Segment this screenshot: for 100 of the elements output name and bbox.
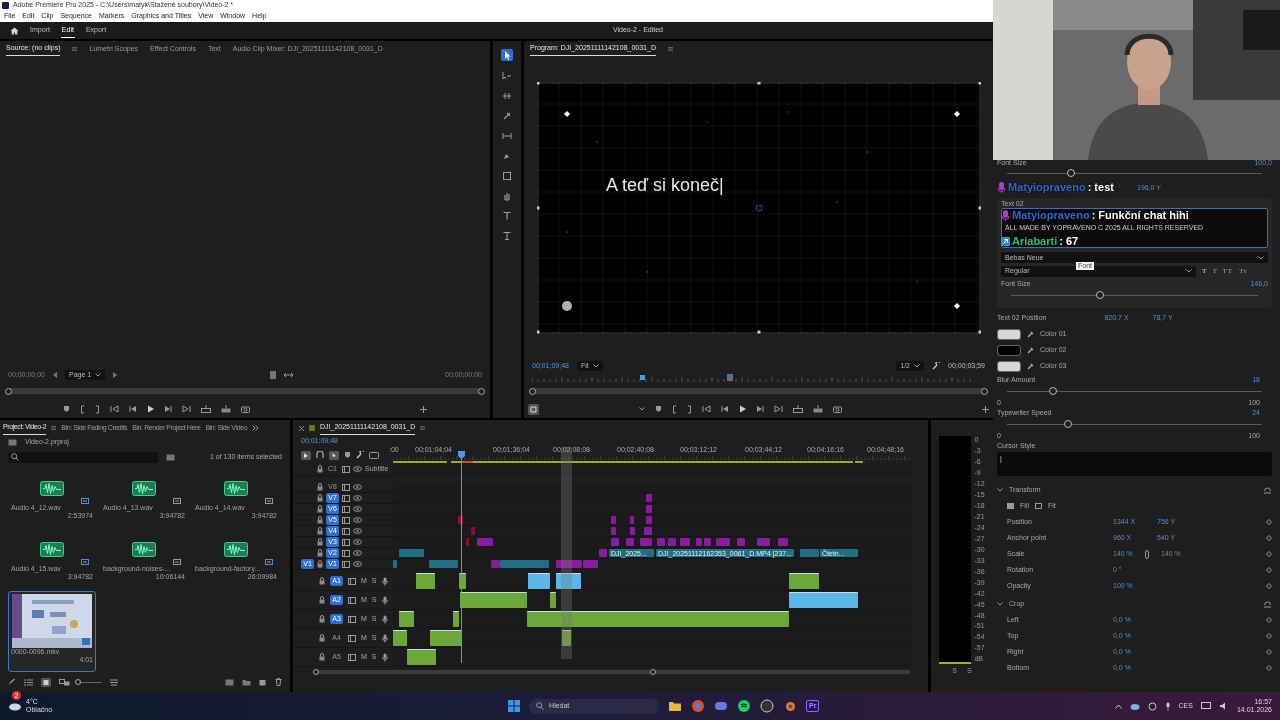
recording-app-icon[interactable] — [760, 699, 775, 713]
go-to-out-icon[interactable] — [182, 405, 191, 413]
marker-icon[interactable] — [655, 405, 662, 413]
color-swatch[interactable] — [997, 344, 1021, 356]
mark-in-icon[interactable] — [80, 404, 85, 414]
film-icon[interactable] — [342, 516, 350, 524]
timeline-clip[interactable] — [527, 611, 789, 627]
film-icon[interactable] — [348, 615, 356, 623]
camera-icon[interactable] — [833, 405, 842, 413]
timeline-clip[interactable] — [453, 611, 459, 627]
timeline-clip[interactable] — [393, 630, 407, 646]
timeline-clip[interactable] — [528, 573, 550, 589]
step-back-icon[interactable] — [129, 405, 137, 413]
microphone-icon[interactable] — [381, 576, 388, 586]
marker-icon[interactable] — [344, 451, 351, 459]
keyframe-icon[interactable] — [1266, 665, 1272, 672]
document-icon[interactable] — [269, 371, 276, 379]
microphone-icon[interactable] — [1164, 701, 1171, 711]
play-icon[interactable] — [739, 405, 746, 413]
marker-icon[interactable] — [63, 405, 70, 413]
scrub-handle-icon[interactable] — [981, 387, 988, 395]
keyframe-icon[interactable] — [1266, 551, 1272, 558]
lock-icon[interactable] — [317, 465, 323, 473]
type-tool-icon[interactable] — [502, 211, 512, 221]
timeline-clip[interactable] — [429, 560, 458, 568]
reset-icon[interactable] — [1263, 486, 1272, 494]
go-to-out-icon[interactable] — [774, 405, 783, 413]
mark-out-icon[interactable] — [687, 404, 692, 414]
microphone-icon[interactable] — [381, 614, 388, 624]
trash-icon[interactable] — [275, 678, 282, 686]
eye-icon[interactable] — [353, 466, 362, 472]
step-forward-icon[interactable] — [164, 405, 172, 413]
lock-icon[interactable] — [319, 615, 325, 623]
timeline-clip[interactable] — [583, 560, 598, 568]
caret-icon[interactable] — [914, 364, 920, 368]
lock-icon[interactable] — [319, 634, 325, 642]
slider-thumb[interactable] — [1048, 387, 1057, 396]
insert-icon[interactable] — [201, 405, 211, 413]
eye-icon[interactable] — [353, 561, 362, 567]
eyedropper-icon[interactable] — [1027, 362, 1034, 370]
search-field[interactable] — [8, 451, 158, 463]
list-view-icon[interactable] — [24, 678, 33, 686]
panel-menu-icon[interactable] — [667, 47, 673, 51]
snap-icon[interactable] — [316, 451, 324, 459]
step-forward-icon[interactable] — [756, 405, 764, 413]
track-select-icon[interactable] — [502, 71, 512, 81]
browser-app-icon[interactable] — [691, 699, 706, 713]
color-swatch[interactable] — [997, 328, 1021, 340]
link-icon[interactable] — [1145, 549, 1149, 559]
pen-tool-icon[interactable] — [502, 151, 512, 161]
lock-icon[interactable] — [317, 516, 323, 524]
chevron-icon[interactable] — [997, 488, 1003, 493]
bin-icon[interactable] — [166, 453, 175, 461]
color-swatch[interactable] — [997, 360, 1021, 372]
eye-icon[interactable] — [353, 517, 362, 523]
pencil-icon[interactable] — [8, 678, 16, 686]
caret-icon[interactable] — [1258, 255, 1264, 260]
chevron-icon[interactable] — [997, 602, 1003, 607]
timeline-clip[interactable] — [737, 538, 745, 546]
rectangle-tool-icon[interactable] — [502, 171, 512, 181]
film-icon[interactable] — [348, 634, 356, 642]
timeline-clip[interactable] — [460, 592, 527, 608]
lock-icon[interactable] — [317, 538, 323, 546]
arrows-icon[interactable] — [283, 372, 293, 378]
add-icon[interactable] — [982, 405, 989, 413]
fill-icon[interactable] — [1007, 503, 1014, 510]
scrub-handle-icon[interactable] — [529, 387, 536, 395]
film-icon[interactable] — [342, 465, 350, 473]
previous-page-icon[interactable] — [53, 372, 57, 378]
folder-app-icon[interactable] — [668, 699, 683, 713]
timeline-clip[interactable] — [640, 538, 652, 546]
mark-out-icon[interactable] — [95, 404, 100, 414]
razor-tool-icon[interactable] — [502, 111, 512, 121]
caret-icon[interactable] — [95, 373, 102, 377]
home-icon[interactable] — [10, 26, 19, 35]
wrench-icon[interactable] — [356, 451, 364, 459]
timeline-clip[interactable] — [789, 592, 858, 608]
scrub-handle-icon[interactable] — [5, 387, 12, 395]
timeline-clip[interactable] — [789, 573, 819, 589]
timeline-clip[interactable] — [550, 592, 556, 608]
microphone-icon[interactable] — [381, 595, 388, 605]
keyframe-icon[interactable] — [1266, 519, 1272, 526]
eye-icon[interactable] — [353, 539, 362, 545]
timeline-clip[interactable] — [416, 573, 435, 589]
cloud-icon[interactable] — [8, 701, 22, 711]
timeline-clip[interactable] — [399, 549, 424, 557]
keyframe-icon[interactable] — [1266, 649, 1272, 656]
sort-icon[interactable] — [110, 678, 118, 686]
go-to-in-icon[interactable] — [702, 405, 711, 413]
caret-icon[interactable] — [1186, 269, 1192, 274]
slider-thumb[interactable] — [1064, 420, 1073, 429]
eye-icon[interactable] — [353, 528, 362, 534]
eye-icon[interactable] — [353, 506, 362, 512]
timeline-clip[interactable] — [500, 560, 549, 568]
overwrite-icon[interactable] — [221, 405, 231, 413]
microphone-icon[interactable] — [381, 652, 388, 662]
mark-in-icon[interactable] — [672, 404, 677, 414]
keyframe-icon[interactable] — [1266, 535, 1272, 542]
lock-icon[interactable] — [317, 483, 323, 491]
timeline-clip[interactable] — [399, 611, 414, 627]
